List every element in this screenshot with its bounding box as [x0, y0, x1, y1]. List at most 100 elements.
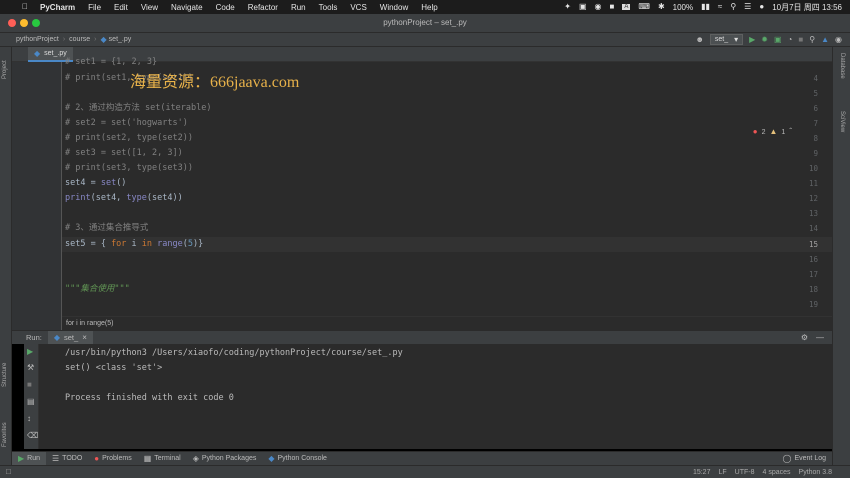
menu-view[interactable]: View — [141, 3, 158, 12]
line-number: 5 — [813, 89, 818, 98]
menu-tools[interactable]: Tools — [319, 3, 338, 12]
database-tool-tab[interactable]: Database — [839, 53, 845, 79]
run-console[interactable]: /usr/bin/python3 /Users/xiaofo/coding/py… — [38, 344, 832, 449]
line-number: 14 — [808, 224, 818, 233]
event-log-button[interactable]: ◯ Event Log — [777, 452, 832, 466]
user-icon[interactable]: ☻ — [695, 35, 703, 44]
gear-icon[interactable]: ⚙ — [801, 333, 808, 342]
terminal-icon: ▦ — [143, 453, 152, 463]
structure-tool-tab[interactable]: Structure — [2, 363, 8, 387]
input-method-icon[interactable]: A — [622, 4, 631, 10]
project-tool-tab[interactable]: Project — [2, 60, 8, 79]
python-console-icon: ◆ — [268, 453, 275, 463]
line-number: 11 — [808, 179, 818, 188]
close-icon[interactable]: × — [82, 333, 87, 342]
code-line: print(set4, type(set4)) — [65, 193, 183, 203]
status-bar: □ 15:27 LF UTF-8 4 spaces Python 3.8 — [0, 465, 850, 478]
wrench-icon[interactable]: ⚒ — [27, 364, 34, 372]
bottom-tab-label: Problems — [102, 455, 132, 462]
profile-icon[interactable]: ◔ — [788, 35, 793, 44]
bottom-tab-problems[interactable]: ● Problems — [88, 452, 137, 466]
python-file-icon: ◆ — [53, 332, 60, 342]
jetbrains-icon[interactable]: ◉ — [835, 35, 842, 44]
event-log-label: Event Log — [794, 455, 826, 462]
watermark-text: 海量资源：666jaava.com — [130, 74, 300, 91]
updates-icon[interactable]: ▲ — [821, 35, 829, 44]
code-editor[interactable]: # set1 = {1, 2, 3} 4 5 6 7 8 9 10 11 12 … — [12, 57, 832, 330]
file-encoding[interactable]: UTF-8 — [735, 469, 755, 476]
control-center-icon[interactable]: ☰ — [744, 3, 751, 11]
run-tab-set[interactable]: ◆ set_ × — [47, 330, 93, 345]
bottom-tab-label: Terminal — [154, 455, 181, 462]
breadcrumb-project[interactable]: pythonProject — [16, 36, 59, 43]
run-toolbar: ▶ ⚒ ■ ▤ ↕ ⌫ — [24, 344, 38, 449]
run-icon: ▶ — [18, 453, 25, 463]
search-icon[interactable]: ⚲ — [730, 3, 736, 11]
menu-run[interactable]: Run — [291, 3, 306, 12]
layout-icon[interactable]: ▤ — [27, 398, 35, 406]
settings-search-icon[interactable]: ⚲ — [809, 35, 815, 44]
line-number: 13 — [808, 209, 818, 218]
favorites-tool-tab[interactable]: Favorites — [2, 422, 8, 447]
window-title: pythonProject – set_.py — [383, 18, 467, 27]
indent-setting[interactable]: 4 spaces — [763, 469, 791, 476]
event-log-icon: ◯ — [782, 453, 792, 463]
stop-icon[interactable]: ■ — [798, 35, 803, 44]
code-line-current: set5 = { for i in range(5)} — [65, 239, 204, 249]
bottom-tab-python-packages[interactable]: ◈ Python Packages — [187, 452, 263, 466]
editor-tab-label: set_.py — [44, 50, 67, 57]
bluetooth-icon[interactable]: ✱ — [658, 3, 665, 11]
bottom-tab-run[interactable]: ▶ Run — [12, 451, 46, 466]
pin-icon[interactable]: ↕ — [27, 415, 31, 423]
status-tool-icon[interactable]: ✦ — [564, 3, 571, 11]
keyboard-icon[interactable]: ⌨ — [638, 3, 650, 11]
caret-position[interactable]: 15:27 — [693, 469, 711, 476]
battery-icon[interactable]: ▮▮ — [701, 3, 710, 11]
menu-code[interactable]: Code — [216, 3, 235, 12]
rerun-icon[interactable]: ▶ — [27, 348, 33, 356]
run-icon[interactable]: ▶ — [749, 35, 755, 44]
breadcrumb-file[interactable]: set_.py — [109, 36, 132, 43]
stop-icon[interactable]: ■ — [27, 381, 32, 389]
menu-refactor[interactable]: Refactor — [248, 3, 278, 12]
console-line: set() <class 'set'> — [65, 363, 163, 373]
wifi-icon[interactable]: ≈ — [718, 3, 722, 11]
code-line: # 2、通过构造方法 set(iterable) — [65, 103, 212, 113]
battery-percent: 100% — [672, 2, 694, 12]
panel-toggle-icon[interactable]: □ — [6, 468, 11, 476]
coverage-icon[interactable]: ▣ — [774, 35, 782, 44]
breadcrumb-separator: › — [94, 36, 97, 43]
menu-navigate[interactable]: Navigate — [171, 3, 203, 12]
bottom-tab-terminal[interactable]: ▦ Terminal — [138, 452, 187, 466]
warning-count: 1 — [781, 128, 786, 136]
chevron-up-icon[interactable]: ˆ — [789, 128, 792, 136]
menu-file[interactable]: File — [88, 3, 101, 12]
minimize-panel-icon[interactable]: — — [816, 333, 824, 342]
inspection-widget[interactable]: ● 2 ▲ 1 ˆ — [753, 128, 792, 136]
trash-icon[interactable]: ⌫ — [27, 432, 38, 440]
bottom-tab-todo[interactable]: ☰ TODO — [46, 452, 88, 466]
apple-icon[interactable]:  — [22, 3, 28, 11]
menu-help[interactable]: Help — [421, 3, 437, 12]
status-square-icon[interactable]: ■ — [610, 3, 615, 11]
menu-app-name[interactable]: PyCharm — [40, 3, 75, 12]
sciview-tool-tab[interactable]: SciView — [839, 111, 845, 132]
siri-icon[interactable]: ● — [759, 3, 764, 11]
breadcrumb-folder[interactable]: course — [69, 36, 90, 43]
line-number: 16 — [808, 255, 818, 264]
bottom-tab-python-console[interactable]: ◆ Python Console — [262, 452, 333, 466]
menu-window[interactable]: Window — [380, 3, 408, 12]
menu-vcs[interactable]: VCS — [350, 3, 366, 12]
python-interpreter[interactable]: Python 3.8 — [799, 469, 832, 476]
menu-edit[interactable]: Edit — [114, 3, 128, 12]
record-icon[interactable]: ◉ — [595, 3, 602, 11]
run-config-selector[interactable]: set_ ▾ — [709, 34, 744, 45]
code-line: # print(set3, type(set3)) — [65, 163, 193, 173]
list-icon: ☰ — [52, 453, 60, 463]
code-breadcrumb-item[interactable]: for i in range(5) — [66, 320, 113, 327]
code-line: # set2 = set('hogwarts') — [65, 118, 188, 128]
debug-icon[interactable]: ✹ — [761, 35, 768, 44]
line-separator[interactable]: LF — [718, 469, 726, 476]
line-number-gutter — [12, 62, 62, 330]
status-app-icon[interactable]: ▣ — [579, 3, 587, 11]
